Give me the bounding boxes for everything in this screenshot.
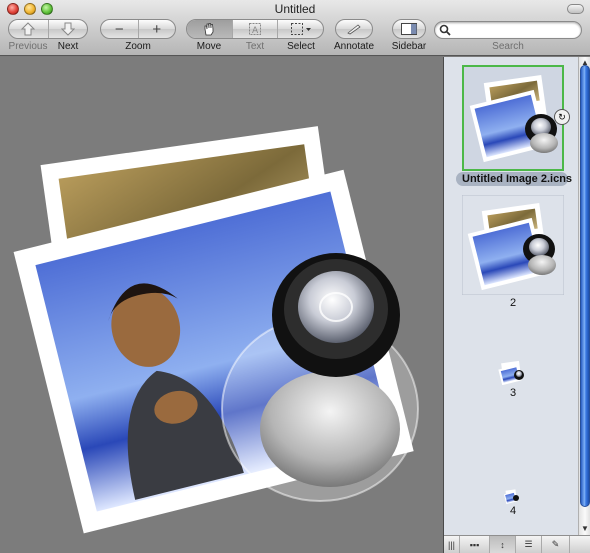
zoom-out-button[interactable]: − bbox=[101, 20, 139, 38]
scroll-thumb[interactable] bbox=[580, 65, 590, 507]
previous-arrow-icon bbox=[21, 22, 36, 36]
annotate-label: Annotate bbox=[333, 41, 375, 52]
zoom-label: Zoom bbox=[125, 41, 151, 52]
tool-mode-control: A bbox=[186, 19, 324, 39]
sidebar-bottom-spacer bbox=[570, 536, 590, 553]
zoom-in-icon: + bbox=[152, 20, 162, 38]
preview-app-icon bbox=[469, 74, 558, 163]
thumbnail-label: 4 bbox=[509, 505, 517, 517]
zoom-control: − + bbox=[100, 19, 176, 39]
list-item[interactable] bbox=[462, 65, 564, 171]
list-item[interactable] bbox=[461, 194, 565, 296]
move-tool-button[interactable] bbox=[187, 20, 233, 38]
preview-app-icon bbox=[503, 489, 519, 505]
text-label: Text bbox=[245, 41, 265, 52]
search-field[interactable] bbox=[434, 21, 582, 39]
list-item[interactable] bbox=[503, 489, 520, 505]
move-label: Move bbox=[196, 41, 222, 52]
prev-next-control bbox=[8, 19, 88, 39]
sidebar-label: Sidebar bbox=[391, 41, 427, 52]
svg-text:A: A bbox=[252, 26, 259, 36]
sidebar-toggle-button[interactable] bbox=[392, 19, 426, 39]
document-canvas[interactable] bbox=[0, 57, 443, 553]
preview-app-icon bbox=[498, 360, 524, 386]
resize-grip-icon[interactable]: ||| bbox=[444, 536, 460, 553]
sort-icon: ↕ bbox=[500, 539, 505, 550]
list-item[interactable] bbox=[498, 359, 526, 386]
window-title: Untitled bbox=[274, 2, 316, 16]
thumbnail-list: ↻ Untitled Image 2.icns 2 3 4 bbox=[444, 57, 578, 535]
title-toolbar: Untitled Previous Next − + Zoom A Move T… bbox=[0, 0, 590, 56]
next-arrow-icon bbox=[60, 22, 75, 36]
preview-window: Untitled Previous Next − + Zoom A Move T… bbox=[0, 0, 590, 553]
list-view-icon: ☰ bbox=[524, 539, 533, 549]
grid-view-icon: ▪▪▪ bbox=[469, 539, 480, 550]
preview-app-icon bbox=[461, 194, 565, 296]
sidebar-bottom-bar: ||| ▪▪▪ ↕ ☰ ✎ bbox=[444, 535, 590, 553]
thumbnail-view-button[interactable]: ↕ bbox=[490, 536, 516, 553]
thumbnail-sidebar: ↻ Untitled Image 2.icns 2 3 4 ▲ ▼ ||| ▪▪… bbox=[443, 57, 590, 553]
next-button[interactable] bbox=[49, 20, 88, 38]
select-tool-button[interactable] bbox=[278, 20, 323, 38]
annotate-button[interactable] bbox=[335, 19, 373, 39]
select-tool-icon bbox=[290, 23, 311, 35]
text-tool-button[interactable]: A bbox=[233, 20, 279, 38]
sidebar-icon bbox=[401, 23, 417, 35]
toolbar-toggle-button[interactable] bbox=[567, 4, 584, 14]
sidebar-scrollbar[interactable]: ▲ ▼ bbox=[578, 57, 590, 535]
hand-icon bbox=[204, 23, 214, 36]
info-badge-icon[interactable]: ↻ bbox=[554, 109, 570, 125]
thumbnail-label: 2 bbox=[509, 297, 517, 309]
previous-button[interactable] bbox=[9, 20, 49, 38]
preview-app-icon bbox=[13, 126, 419, 534]
annotate-pencil-icon bbox=[347, 24, 361, 35]
search-input[interactable] bbox=[453, 23, 577, 37]
pencil-icon: ✎ bbox=[551, 539, 560, 549]
select-label: Select bbox=[287, 41, 315, 52]
annotate-button-inner[interactable] bbox=[336, 20, 372, 38]
scroll-down-icon[interactable]: ▼ bbox=[579, 523, 590, 535]
thumbnail-label: Untitled Image 2.icns bbox=[456, 172, 572, 186]
thumbnail-label: 3 bbox=[509, 387, 517, 399]
text-tool-icon: A bbox=[249, 23, 261, 36]
search-label: Search bbox=[492, 41, 524, 52]
zoom-out-icon: − bbox=[114, 20, 124, 38]
sidebar-toggle-inner[interactable] bbox=[393, 20, 425, 38]
edit-button[interactable]: ✎ bbox=[542, 536, 570, 553]
grid-view-button[interactable]: ▪▪▪ bbox=[460, 536, 490, 553]
next-label: Next bbox=[57, 41, 79, 52]
search-icon bbox=[439, 24, 451, 36]
zoom-in-button[interactable]: + bbox=[139, 20, 176, 38]
previous-label: Previous bbox=[8, 41, 48, 52]
list-view-button[interactable]: ☰ bbox=[516, 536, 542, 553]
